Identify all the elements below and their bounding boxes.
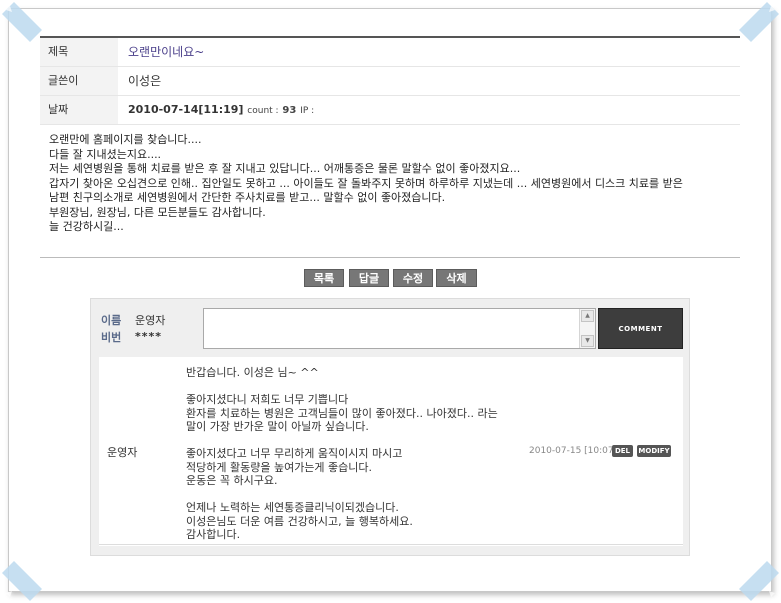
comment-line: 반갑습니다. 이성은 님~ ^^ <box>186 366 319 379</box>
edit-button[interactable]: 수정 <box>393 269 433 287</box>
comment-author: 운영자 <box>107 446 138 459</box>
post-meta: 2010-07-14[11:19] count : 93 IP : <box>128 96 314 125</box>
body-line: 남편 친구의소개로 세연병원에서 간단한 주사치료를 받고... 말할수 없이 … <box>49 191 446 204</box>
body-line: 오랜만에 홈페이지를 찾습니다.... <box>49 133 202 146</box>
divider <box>40 257 740 258</box>
ip-label: IP : <box>300 106 315 116</box>
comment-line: 언제나 노력하는 세연통증클리닉이되겠습니다. <box>186 501 399 514</box>
comment-list: 운영자 반갑습니다. 이성은 님~ ^^ 좋아지셨다니 저희도 너무 기쁩니다 … <box>99 357 683 546</box>
corner-tape-top-right <box>737 0 781 44</box>
comment-line: 말이 가장 반가운 말이 아닐까 싶습니다. <box>186 420 369 433</box>
corner-tape-bottom-left <box>0 559 44 603</box>
comment-delete-button[interactable]: DEL <box>612 445 633 457</box>
textarea-scrollbar[interactable]: ▲ ▼ <box>579 309 595 348</box>
body-line: 갑자기 찾아온 오십견으로 인해.. 집안일도 못하고 ... 아이들도 잘 돌… <box>49 176 683 190</box>
reply-button[interactable]: 답글 <box>349 269 389 287</box>
title-label: 제목 <box>40 38 118 66</box>
comment-line: 감사합니다. <box>186 528 241 541</box>
comment-name-field[interactable]: 운영자 <box>135 312 165 328</box>
comment-line: 이성은님도 더운 여름 건강하시고, 늘 행복하세요. <box>186 514 413 528</box>
post-date: 2010-07-14[11:19] <box>128 103 244 116</box>
comment-password-label: 비번 <box>101 331 122 344</box>
author-label: 글쓴이 <box>40 67 118 95</box>
comment-line <box>186 434 526 448</box>
comment-modify-button[interactable]: MODIFY <box>637 445 671 457</box>
body-line: 다들 잘 지내셨는지요.... <box>49 147 162 161</box>
body-line: 저는 세연병원을 통해 치료를 받은 후 잘 지내고 있답니다... 어깨통증은… <box>49 162 521 175</box>
post-title: 오랜만이네요~ <box>128 45 205 59</box>
comment-line: 적당하게 활동량을 높여가는게 좋습니다. <box>186 460 373 474</box>
view-count: 93 <box>282 105 297 116</box>
body-line: 늘 건강하시길... <box>49 220 124 233</box>
comment-password-field[interactable]: **** <box>135 330 162 343</box>
comment-section: 이름 운영자 비번 **** ▲ ▼ COMMENT 운영자 반갑습니다. 이성… <box>90 298 690 556</box>
comment-line: 운동은 꼭 하시구요. <box>186 474 278 487</box>
comment-line: 좋아지셨다고 너무 무리하게 움직이시지 마시고 <box>186 447 403 460</box>
comment-list-bottom-border <box>99 544 683 545</box>
comment-line <box>186 380 526 394</box>
post-body: 오랜만에 홈페이지를 찾습니다.... 다들 잘 지내셨는지요.... 저는 세… <box>49 133 739 235</box>
author-row: 글쓴이 이성은 <box>40 67 740 96</box>
comment-textarea[interactable]: ▲ ▼ <box>203 308 596 349</box>
title-row: 제목 오랜만이네요~ <box>40 38 740 67</box>
corner-tape-bottom-right <box>737 559 781 603</box>
list-button[interactable]: 목록 <box>304 269 344 287</box>
comment-submit-button[interactable]: COMMENT <box>598 308 683 349</box>
date-label: 날짜 <box>40 96 118 124</box>
scroll-down-arrow-icon[interactable]: ▼ <box>581 335 594 347</box>
delete-button[interactable]: 삭제 <box>436 269 477 287</box>
comment-name-label: 이름 <box>101 314 122 327</box>
scroll-up-arrow-icon[interactable]: ▲ <box>581 310 594 322</box>
comment-text: 반갑습니다. 이성은 님~ ^^ 좋아지셨다니 저희도 너무 기쁩니다 환자를 … <box>186 366 526 542</box>
count-label: count : <box>247 106 279 116</box>
body-line: 부원장님, 원장님, 다른 모든분들도 감사합니다. <box>49 205 266 219</box>
post-author: 이성은 <box>128 74 162 88</box>
corner-tape-top-left <box>0 0 44 44</box>
date-row: 날짜 2010-07-14[11:19] count : 93 IP : <box>40 96 740 125</box>
comment-date: 2010-07-15 [10:07] <box>529 446 618 456</box>
comment-line <box>186 488 526 502</box>
comment-line: 좋아지셨다니 저희도 너무 기쁩니다 <box>186 393 349 406</box>
comment-line: 환자를 치료하는 병원은 고객님들이 많이 좋아졌다.. 나아졌다.. 라는 <box>186 406 498 420</box>
